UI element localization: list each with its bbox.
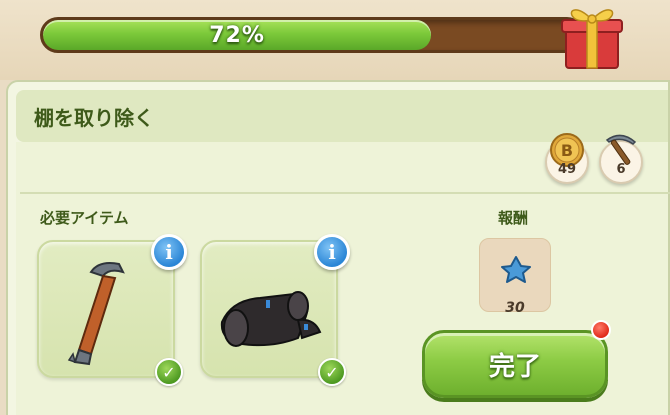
svg-text:B: B	[561, 141, 573, 160]
required-items-label: 必要アイテム	[40, 209, 129, 227]
progress-bar: 72%	[40, 17, 585, 53]
reward-count: 30	[505, 300, 525, 316]
item-card-crowbar[interactable]: i ✓	[37, 234, 187, 386]
complete-label: 完了	[488, 351, 541, 382]
gift-icon[interactable]	[556, 0, 628, 72]
item-card-leather[interactable]: i ✓	[200, 234, 350, 386]
reward-label: 報酬	[498, 209, 529, 227]
check-icon: ✓	[155, 358, 183, 386]
complete-button[interactable]: 完了	[422, 330, 608, 398]
info-button[interactable]: i	[151, 234, 187, 270]
divider	[20, 192, 670, 194]
blue-star-icon	[501, 256, 531, 283]
coin-cost-badge: B 49	[545, 132, 589, 184]
pickaxe-count: 6	[616, 162, 626, 177]
info-button[interactable]: i	[314, 234, 350, 270]
coin-count: 49	[557, 162, 577, 177]
pickaxe-cost-badge: 6	[599, 132, 643, 184]
check-icon: ✓	[318, 358, 346, 386]
notification-dot	[591, 320, 611, 340]
progress-label: 72%	[209, 22, 265, 48]
task-title: 棚を取り除く	[34, 106, 154, 130]
